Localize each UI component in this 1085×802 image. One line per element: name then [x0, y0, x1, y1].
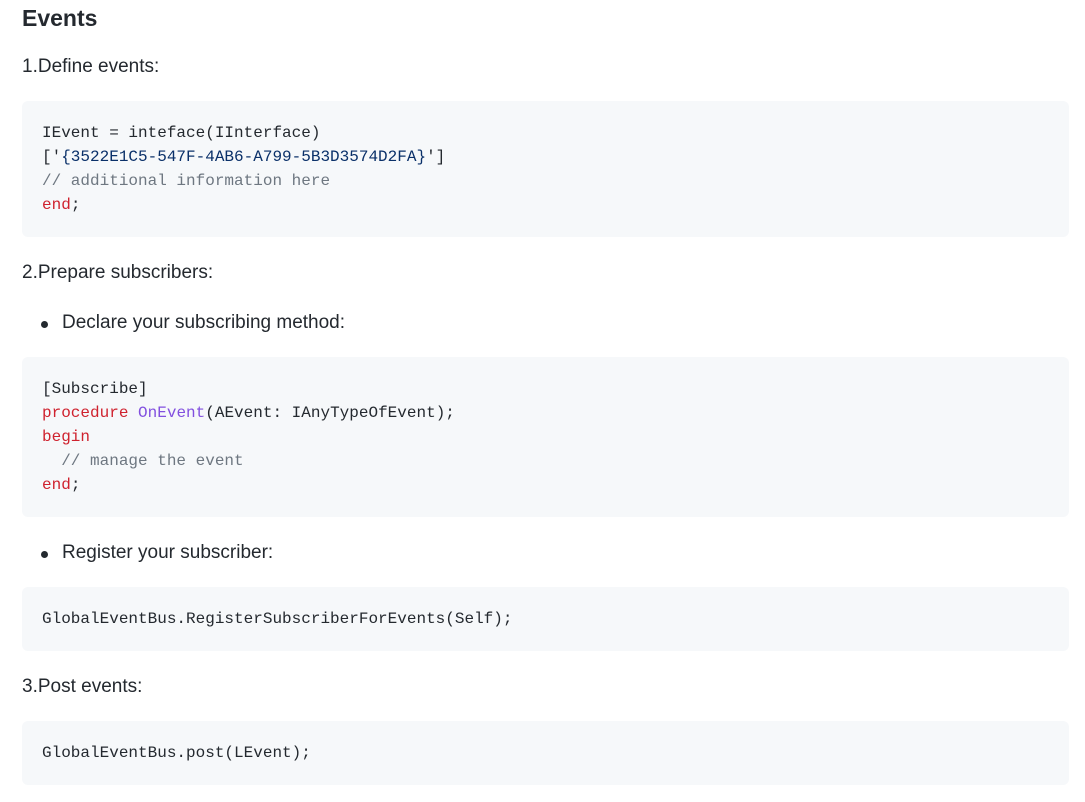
function-name: OnEvent	[138, 404, 206, 422]
code-comment: // additional information here	[42, 172, 331, 190]
code-text: ;	[70, 196, 81, 214]
bullet-icon	[41, 321, 48, 328]
code-line: end;	[42, 473, 1049, 497]
code-line: procedure OnEvent(AEvent: IAnyTypeOfEven…	[42, 401, 1049, 425]
code-text: ']	[426, 148, 446, 166]
list-item-label: Register your subscriber:	[62, 542, 274, 563]
guid-string: {3522E1C5-547F-4AB6-A799-5B3D3574D2FA}	[61, 148, 427, 166]
keyword-begin: begin	[42, 428, 91, 446]
code-line: ['{3522E1C5-547F-4AB6-A799-5B3D3574D2FA}…	[42, 145, 1049, 169]
code-text: ['	[42, 148, 62, 166]
code-text: GlobalEventBus.post(LEvent);	[42, 744, 311, 762]
code-text: IEvent = inteface(IInterface)	[42, 124, 321, 142]
step-post-events: 3.Post events:	[22, 676, 143, 697]
step-define-events: 1.Define events:	[22, 56, 160, 77]
code-line: IEvent = inteface(IInterface)	[42, 121, 1049, 145]
keyword-end: end	[42, 196, 71, 214]
bullet-icon	[41, 551, 48, 558]
code-block-register[interactable]: GlobalEventBus.RegisterSubscriberForEven…	[22, 587, 1069, 651]
code-block-subscribe-method[interactable]: [Subscribe] procedure OnEvent(AEvent: IA…	[22, 357, 1069, 517]
list-item-label: Declare your subscribing method:	[62, 312, 346, 333]
code-text: [Subscribe]	[42, 380, 148, 398]
code-text: (AEvent: IAnyTypeOfEvent);	[205, 404, 455, 422]
code-line: end;	[42, 193, 1049, 217]
code-block-post[interactable]: GlobalEventBus.post(LEvent);	[22, 721, 1069, 785]
code-text: GlobalEventBus.RegisterSubscriberForEven…	[42, 610, 513, 628]
code-text: ;	[70, 476, 81, 494]
code-comment: // manage the event	[42, 452, 244, 470]
page-title: Events	[22, 5, 98, 31]
keyword-procedure: procedure	[42, 404, 129, 422]
code-block-define-events[interactable]: IEvent = inteface(IInterface) ['{3522E1C…	[22, 101, 1069, 237]
keyword-end: end	[42, 476, 71, 494]
step-prepare-subscribers: 2.Prepare subscribers:	[22, 262, 214, 283]
